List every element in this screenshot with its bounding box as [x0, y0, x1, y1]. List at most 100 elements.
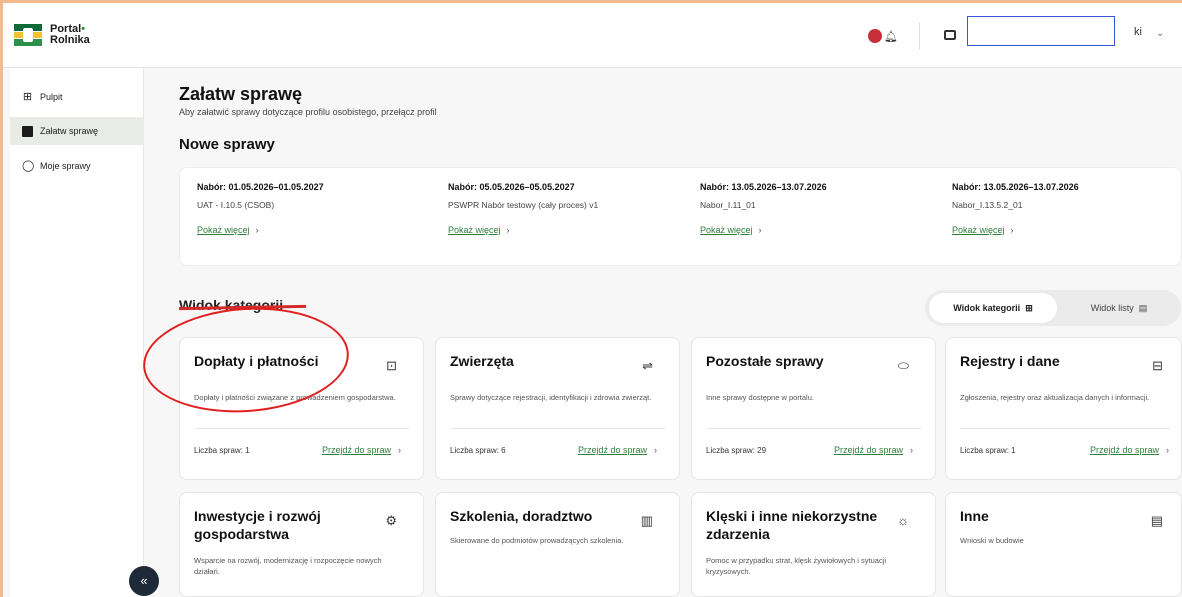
- card-divider: [194, 428, 409, 429]
- go-to-cases-link[interactable]: Przejdź do spraw ›: [578, 445, 657, 455]
- chat-icon: ◯: [22, 159, 35, 172]
- card-count: Liczba spraw: 6: [450, 446, 506, 455]
- card-description: Zgłoszenia, rejestry oraz aktualizacja d…: [960, 393, 1150, 402]
- card-title: Dopłaty i płatności: [194, 353, 319, 369]
- card-divider: [450, 428, 665, 429]
- show-more-link[interactable]: Pokaż więcej ›: [197, 225, 324, 235]
- logo-line2: Rolnika: [50, 34, 90, 46]
- view-toggle: Widok kategorii ⊞ Widok listy ▤: [925, 290, 1181, 326]
- document-icon: [22, 125, 33, 137]
- user-profile-field[interactable]: [967, 16, 1115, 46]
- new-case-item: Nabór: 01.05.2026–01.05.2027 UAT - I.10.…: [197, 182, 324, 235]
- sidebar-item-label: Moje sprawy: [40, 161, 91, 171]
- card-description: Wnioski w budowie: [960, 536, 1024, 545]
- header-divider: [919, 22, 920, 50]
- go-to-cases-link[interactable]: Przejdź do spraw ›: [322, 445, 401, 455]
- chevron-down-icon[interactable]: ⌄: [1156, 28, 1164, 39]
- new-case-name: UAT - I.10.5 (CSOB): [197, 200, 275, 210]
- new-case-date: Nabór: 13.05.2026–13.07.2026: [952, 182, 1079, 192]
- chevron-right-icon: ›: [758, 225, 762, 235]
- category-card-szkolenia[interactable]: Szkolenia, doradztwo ▥ Skierowane do pod…: [435, 492, 680, 597]
- sidebar-item-pulpit[interactable]: ⊞ Pulpit: [10, 83, 144, 111]
- go-to-cases-link[interactable]: Przejdź do spraw ›: [834, 445, 913, 455]
- card-title: Klęski i inne niekorzystne zdarzenia: [706, 508, 878, 542]
- new-case-date: Nabór: 01.05.2026–01.05.2027: [197, 182, 324, 192]
- top-bar: Portal• Rolnika 🔔︎ ki ⌄: [0, 0, 1182, 68]
- go-to-cases-link[interactable]: Przejdź do spraw ›: [1090, 445, 1169, 455]
- show-more-link[interactable]: Pokaż więcej ›: [700, 225, 827, 235]
- collapse-sidebar-button[interactable]: «: [129, 566, 159, 596]
- chevron-right-icon: ›: [255, 225, 259, 235]
- grid-icon: ⊞: [22, 90, 33, 103]
- new-cases-panel: Nabór: 01.05.2026–01.05.2027 UAT - I.10.…: [179, 167, 1182, 266]
- new-case-date: Nabór: 13.05.2026–13.07.2026: [700, 182, 827, 192]
- chevron-right-icon: ›: [398, 445, 401, 455]
- sidebar-item-label: Załatw sprawę: [40, 126, 99, 136]
- new-cases-title: Nowe sprawy: [179, 136, 275, 153]
- folder-icon: ⬭: [897, 358, 909, 373]
- sidebar-item-label: Pulpit: [40, 92, 63, 102]
- tractor-icon: ⚙: [385, 513, 397, 528]
- card-divider: [960, 428, 1170, 429]
- new-case-item: Nabór: 05.05.2026–05.05.2027 PSWPR Nabór…: [448, 182, 598, 235]
- list-icon: ▤: [1138, 302, 1148, 313]
- category-view-button[interactable]: Widok kategorii ⊞: [929, 293, 1057, 323]
- user-name-suffix: ki: [1134, 26, 1142, 38]
- card-title: Inne: [960, 508, 989, 524]
- show-more-link[interactable]: Pokaż więcej ›: [952, 225, 1079, 235]
- page-subtitle: Aby załatwić sprawy dotyczące profilu os…: [179, 107, 437, 117]
- chevron-right-icon: ›: [654, 445, 657, 455]
- list-view-button[interactable]: Widok listy ▤: [1061, 293, 1177, 323]
- card-title: Rejestry i dane: [960, 353, 1060, 369]
- chevron-right-icon: ›: [1010, 225, 1014, 235]
- notifications-button[interactable]: 🔔︎: [868, 29, 898, 43]
- new-case-item: Nabór: 13.05.2026–13.07.2026 Nabor_I.13.…: [952, 182, 1079, 235]
- card-title: Inwestycje i rozwój gospodarstwa: [194, 508, 321, 542]
- chevron-right-icon: ›: [1166, 445, 1169, 455]
- notification-badge: [868, 29, 882, 43]
- sidebar-item-zalatw-sprawe[interactable]: Załatw sprawę: [10, 117, 144, 145]
- new-case-name: PSWPR Nabór testowy (cały proces) v1: [448, 200, 599, 210]
- card-description: Inne sprawy dostępne w portalu.: [706, 393, 814, 402]
- show-more-link[interactable]: Pokaż więcej ›: [448, 225, 598, 235]
- new-case-item: Nabór: 13.05.2026–13.07.2026 Nabor_I.11_…: [700, 182, 827, 235]
- category-card-kleski[interactable]: Klęski i inne niekorzystne zdarzenia ☼ P…: [691, 492, 936, 597]
- register-icon: ⊟: [1152, 358, 1163, 373]
- card-count: Liczba spraw: 29: [706, 446, 767, 455]
- category-card-doplaty[interactable]: Dopłaty i płatności ⊡ Dopłaty i płatnośc…: [179, 337, 424, 480]
- card-count: Liczba spraw: 1: [960, 446, 1016, 455]
- sidebar: ⊞ Pulpit Załatw sprawę ◯ Moje sprawy: [10, 68, 144, 597]
- card-description: Skierowane do podmiotów prowadzących szk…: [450, 536, 624, 545]
- list-icon: ▤: [1150, 513, 1163, 528]
- card-title: Pozostałe sprawy: [706, 353, 824, 369]
- cow-icon: ⇌: [642, 358, 653, 373]
- category-card-inwestycje[interactable]: Inwestycje i rozwój gospodarstwa ⚙ Wspar…: [179, 492, 424, 597]
- sidebar-item-moje-sprawy[interactable]: ◯ Moje sprawy: [10, 152, 144, 180]
- chevron-right-icon: ›: [910, 445, 913, 455]
- card-description: Wsparcie na rozwój, modernizację i rozpo…: [194, 556, 382, 576]
- card-description: Dopłaty i płatności związane z prowadzen…: [194, 393, 396, 402]
- category-card-rejestry[interactable]: Rejestry i dane ⊟ Zgłoszenia, rejestry o…: [945, 337, 1182, 480]
- new-case-name: Nabor_I.13.5.2_01: [952, 200, 1023, 210]
- chevron-right-icon: ›: [506, 225, 510, 235]
- category-card-inne[interactable]: Inne ▤ Wnioski w budowie: [945, 492, 1182, 597]
- money-icon: ⊡: [386, 358, 397, 373]
- category-card-pozostale[interactable]: Pozostałe sprawy ⬭ Inne sprawy dostępne …: [691, 337, 936, 480]
- portal-logo[interactable]: Portal• Rolnika: [14, 24, 90, 46]
- page-title: Załatw sprawę: [179, 84, 303, 104]
- storm-icon: ☼: [897, 513, 909, 528]
- card-description: Sprawy dotyczące rejestracji, identyfika…: [450, 393, 652, 402]
- new-case-name: Nabor_I.11_01: [700, 200, 756, 210]
- bell-icon: 🔔︎: [884, 30, 898, 43]
- wallet-icon: [944, 30, 956, 40]
- card-title: Szkolenia, doradztwo: [450, 508, 593, 524]
- category-card-zwierzeta[interactable]: Zwierzęta ⇌ Sprawy dotyczące rejestracji…: [435, 337, 680, 480]
- card-description: Pomoc w przypadku strat, klęsk żywiołowy…: [706, 556, 887, 576]
- logo-mark-icon: [14, 24, 42, 46]
- grid-icon: ⊞: [1025, 302, 1033, 313]
- card-title: Zwierzęta: [450, 353, 514, 369]
- book-icon: ▥: [640, 513, 653, 528]
- card-divider: [706, 428, 921, 429]
- new-case-date: Nabór: 05.05.2026–05.05.2027: [448, 182, 575, 192]
- card-count: Liczba spraw: 1: [194, 446, 250, 455]
